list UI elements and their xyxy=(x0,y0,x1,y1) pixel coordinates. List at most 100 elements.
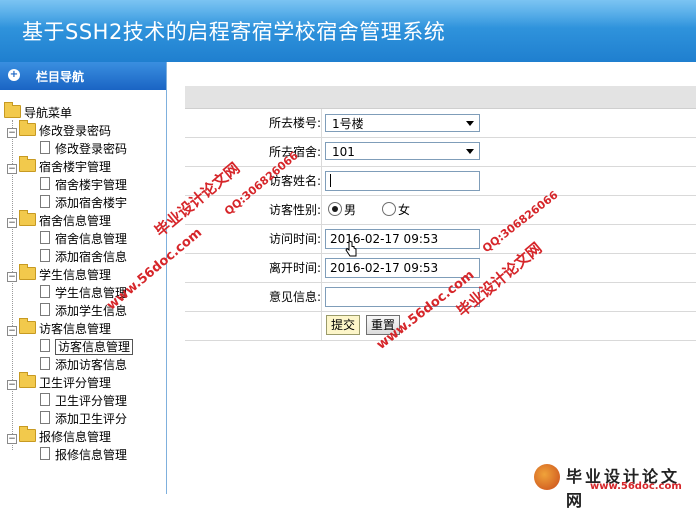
site-logo-icon xyxy=(534,464,560,490)
sidebar-item-label: 添加访客信息 xyxy=(55,358,128,372)
form-row-gender: 访客性别: 男 女 xyxy=(185,196,696,225)
sidebar-item-repair-manage[interactable]: 报修信息管理 xyxy=(40,446,127,464)
gender-female-label: 女 xyxy=(398,203,411,217)
collapse-icon: − xyxy=(7,272,17,282)
folder-open-icon xyxy=(19,372,36,388)
leave-time-label: 离开时间: xyxy=(185,254,322,282)
nav-group-label: 宿舍楼宇管理 xyxy=(39,160,112,174)
sidebar-item-building-manage[interactable]: 宿舍楼宇管理 xyxy=(40,176,127,194)
page-icon xyxy=(40,195,50,208)
sidebar-item-label: 修改登录密码 xyxy=(55,142,128,156)
collapse-icon: − xyxy=(7,434,17,444)
plus-circle-icon: + xyxy=(8,69,20,81)
leave-time-value: 2016-02-17 09:53 xyxy=(330,261,439,275)
nav-group-student[interactable]: − 学生信息管理 xyxy=(7,264,112,284)
sidebar-item-label-selected: 访客信息管理 xyxy=(55,339,134,355)
dropdown-arrow-icon xyxy=(466,121,474,126)
room-select-value: 101 xyxy=(332,145,355,159)
nav-group-label: 卫生评分管理 xyxy=(39,376,112,390)
sidebar-item-label: 报修信息管理 xyxy=(55,448,128,462)
sidebar-item-visitor-add[interactable]: 添加访客信息 xyxy=(40,356,127,374)
visit-time-label: 访问时间: xyxy=(185,225,322,253)
nav-group-label: 修改登录密码 xyxy=(39,124,112,138)
actions-label-cell xyxy=(185,312,322,340)
opinion-label: 意见信息: xyxy=(185,283,322,311)
page-icon xyxy=(40,303,50,316)
gender-male-radio[interactable] xyxy=(328,202,342,216)
page-icon xyxy=(40,285,50,298)
folder-open-icon xyxy=(19,120,36,136)
form-title-bar xyxy=(185,86,696,109)
app-title: 基于SSH2技术的启程寄宿学校宿舍管理系统 xyxy=(22,20,446,44)
sidebar-item-dorm-manage[interactable]: 宿舍信息管理 xyxy=(40,230,127,248)
room-label: 所去宿舍: xyxy=(185,138,322,166)
dropdown-arrow-icon xyxy=(466,149,474,154)
sidebar-item-label: 卫生评分管理 xyxy=(55,394,128,408)
gender-female-radio[interactable] xyxy=(382,202,396,216)
page-icon xyxy=(40,231,50,244)
nav-group-label: 宿舍信息管理 xyxy=(39,214,112,228)
page-icon xyxy=(40,411,50,424)
page-icon xyxy=(40,141,50,154)
hand-cursor-icon xyxy=(345,240,357,257)
building-select[interactable]: 1号楼 xyxy=(325,114,480,132)
sidebar-item-label: 添加宿舍楼宇 xyxy=(55,196,128,210)
page-icon xyxy=(40,393,50,406)
sidebar-item-hygiene-manage[interactable]: 卫生评分管理 xyxy=(40,392,127,410)
collapse-icon: − xyxy=(7,164,17,174)
nav-group-dorm[interactable]: − 宿舍信息管理 xyxy=(7,210,112,230)
form-row-actions: 提交 重置 xyxy=(185,312,696,341)
gender-male-option[interactable]: 男 xyxy=(328,201,356,219)
form-row-leave-time: 离开时间: 2016-02-17 09:53 xyxy=(185,254,696,283)
nav-group-hygiene[interactable]: − 卫生评分管理 xyxy=(7,372,112,392)
nav-group-label: 学生信息管理 xyxy=(39,268,112,282)
form-row-building: 所去楼号: 1号楼 xyxy=(185,109,696,138)
gender-female-option[interactable]: 女 xyxy=(382,201,410,219)
nav-group-label: 报修信息管理 xyxy=(39,430,112,444)
gender-male-label: 男 xyxy=(344,203,357,217)
sidebar-item-building-add[interactable]: 添加宿舍楼宇 xyxy=(40,194,127,212)
page-icon xyxy=(40,339,50,352)
sidebar-item-label: 添加卫生评分 xyxy=(55,412,128,426)
form-row-room: 所去宿舍: 101 xyxy=(185,138,696,167)
collapse-icon: − xyxy=(7,326,17,336)
sidebar-item-label: 宿舍信息管理 xyxy=(55,232,128,246)
folder-open-icon xyxy=(19,156,36,172)
collapse-icon: − xyxy=(7,218,17,228)
visitor-name-input[interactable] xyxy=(325,171,480,191)
folder-open-icon xyxy=(4,102,21,118)
building-select-value: 1号楼 xyxy=(332,117,364,131)
sidebar-item-label: 宿舍楼宇管理 xyxy=(55,178,128,192)
nav-tree: 导航菜单 − 修改登录密码 修改登录密码 − 宿舍楼宇管理 宿舍楼宇管理 添加宿舍楼… xyxy=(0,90,166,494)
sidebar-item-change-password[interactable]: 修改登录密码 xyxy=(40,140,127,158)
nav-group-building[interactable]: − 宿舍楼宇管理 xyxy=(7,156,112,176)
folder-open-icon xyxy=(19,264,36,280)
sidebar-item-label: 添加宿舍信息 xyxy=(55,250,128,264)
sidebar-header[interactable]: + 栏目导航 xyxy=(0,62,166,90)
corner-watermark: 毕业设计论文网 www.56doc.com xyxy=(528,462,696,510)
folder-open-icon xyxy=(19,210,36,226)
nav-group-visitor[interactable]: − 访客信息管理 xyxy=(7,318,112,338)
nav-group-repair[interactable]: − 报修信息管理 xyxy=(7,426,112,446)
form-row-visit-time: 访问时间: 2016-02-17 09:53 xyxy=(185,225,696,254)
collapse-icon: − xyxy=(7,380,17,390)
tree-root-label: 导航菜单 xyxy=(24,106,73,120)
nav-group-password[interactable]: − 修改登录密码 xyxy=(7,120,112,140)
page-icon xyxy=(40,177,50,190)
submit-button[interactable]: 提交 xyxy=(326,315,360,335)
sidebar-item-hygiene-add[interactable]: 添加卫生评分 xyxy=(40,410,127,428)
building-label: 所去楼号: xyxy=(185,109,322,137)
sidebar-item-dorm-add[interactable]: 添加宿舍信息 xyxy=(40,248,127,266)
page-icon xyxy=(40,447,50,460)
folder-open-icon xyxy=(19,426,36,442)
sidebar-header-label: 栏目导航 xyxy=(36,70,85,84)
app-header: 基于SSH2技术的启程寄宿学校宿舍管理系统 xyxy=(0,0,696,62)
tree-root[interactable]: 导航菜单 xyxy=(4,102,73,122)
nav-group-label: 访客信息管理 xyxy=(39,322,112,336)
collapse-icon: − xyxy=(7,128,17,138)
sidebar-item-visitor-manage[interactable]: 访客信息管理 xyxy=(40,338,134,356)
corner-watermark-url: www.56doc.com xyxy=(590,481,682,492)
page-icon xyxy=(40,357,50,370)
folder-open-icon xyxy=(19,318,36,334)
room-select[interactable]: 101 xyxy=(325,142,480,160)
